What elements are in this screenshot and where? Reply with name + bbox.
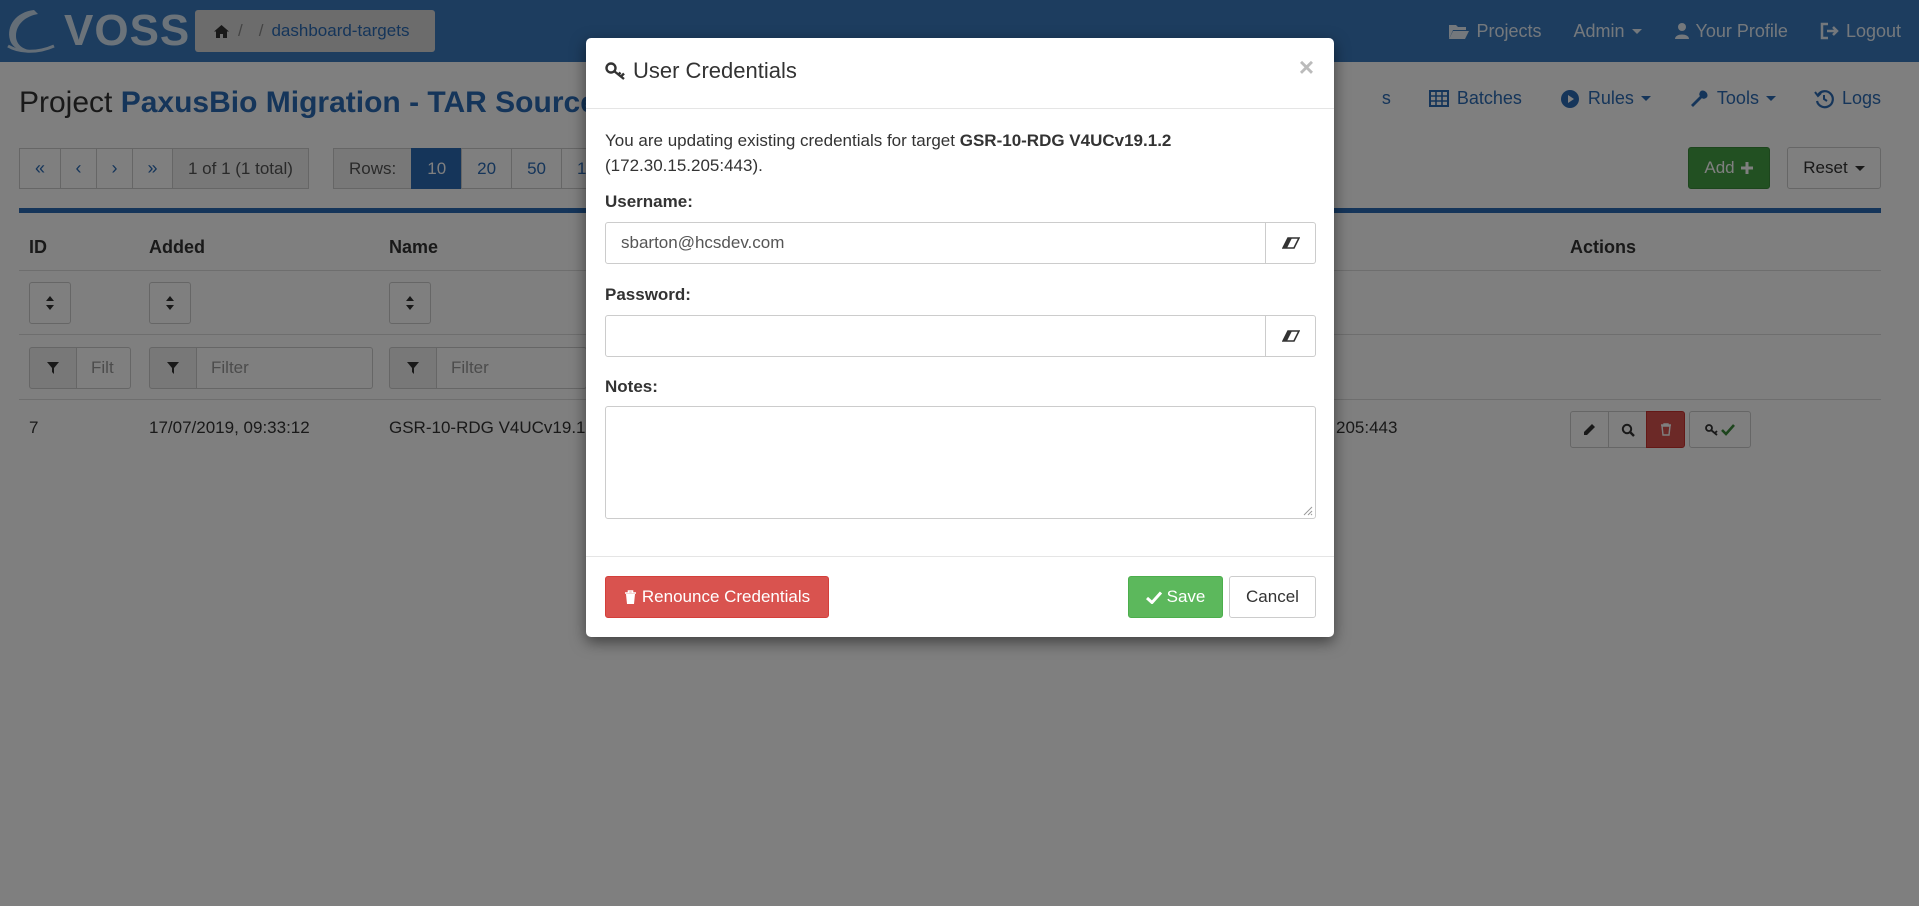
modal-header: User Credentials × xyxy=(586,38,1334,109)
cancel-button[interactable]: Cancel xyxy=(1229,576,1316,618)
eraser-icon xyxy=(1281,237,1300,249)
password-field[interactable] xyxy=(605,315,1266,357)
modal-footer-divider xyxy=(586,556,1334,557)
check-icon xyxy=(1145,590,1162,604)
save-label: Save xyxy=(1166,587,1206,606)
save-button[interactable]: Save xyxy=(1128,576,1223,618)
target-name: GSR-10-RDG V4UCv19.1.2 xyxy=(959,131,1172,150)
notes-textarea[interactable] xyxy=(605,406,1316,519)
modal-title: User Credentials xyxy=(605,58,797,84)
notes-label: Notes: xyxy=(605,377,658,396)
user-credentials-modal: User Credentials × You are updating exis… xyxy=(586,38,1334,637)
modal-message: You are updating existing credentials fo… xyxy=(605,128,1305,178)
username-label: Username: xyxy=(605,192,693,211)
username-field[interactable]: sbarton@hcsdev.com xyxy=(605,222,1266,264)
username-group: sbarton@hcsdev.com xyxy=(605,222,1316,264)
message-prefix: You are updating existing credentials fo… xyxy=(605,131,955,150)
close-icon[interactable]: × xyxy=(1299,52,1314,83)
password-label: Password: xyxy=(605,285,691,304)
renounce-label: Renounce Credentials xyxy=(641,587,811,606)
trash-icon xyxy=(624,589,636,604)
resize-grip-icon[interactable] xyxy=(1303,506,1313,516)
clear-username-button[interactable] xyxy=(1266,222,1316,264)
modal-title-text: User Credentials xyxy=(633,58,797,83)
clear-password-button[interactable] xyxy=(1266,315,1316,357)
password-group xyxy=(605,315,1316,357)
renounce-credentials-button[interactable]: Renounce Credentials xyxy=(605,576,829,618)
eraser-icon xyxy=(1281,330,1300,342)
target-address: (172.30.15.205:443). xyxy=(605,156,763,175)
key-icon xyxy=(605,62,625,80)
